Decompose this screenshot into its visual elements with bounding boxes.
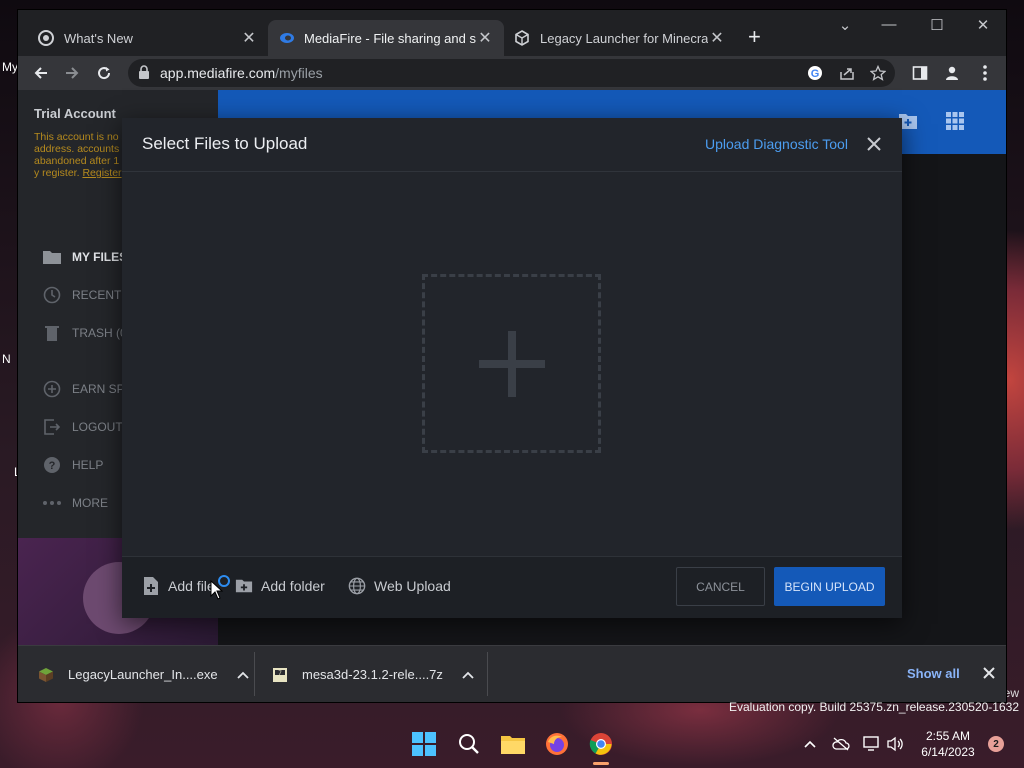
clock-date: 6/14/2023 xyxy=(921,745,975,759)
notification-badge[interactable]: 2 xyxy=(988,736,1004,752)
cancel-button[interactable]: CANCEL xyxy=(676,567,765,606)
help-icon: ? xyxy=(42,455,62,475)
minimize-icon[interactable]: — xyxy=(874,16,904,33)
chevron-up-icon[interactable] xyxy=(236,671,250,679)
globe-icon xyxy=(348,577,366,595)
more-icon xyxy=(42,493,62,513)
register-link[interactable]: Register xyxy=(82,167,121,179)
folder-plus-icon xyxy=(235,577,253,595)
download-item-mesa3d[interactable]: 7 mesa3d-23.1.2-rele....7z xyxy=(272,646,475,703)
close-tab-icon[interactable]: ✕ xyxy=(476,28,494,48)
sidebar-item-more[interactable]: MORE xyxy=(42,492,108,514)
svg-text:G: G xyxy=(811,68,820,80)
plus-circle-icon xyxy=(42,379,62,399)
volume-icon[interactable] xyxy=(885,734,905,754)
clock-time: 2:55 AM xyxy=(925,729,971,743)
side-panel-icon[interactable] xyxy=(909,62,931,84)
add-file-button[interactable]: Add file xyxy=(142,577,215,595)
modal-title: Select Files to Upload xyxy=(142,134,308,153)
tab-legacy-launcher[interactable]: Legacy Launcher for Minecraft (e ✕ xyxy=(504,20,736,56)
download-bar: LegacyLauncher_In....exe 7 mesa3d-23.1.2… xyxy=(18,645,1006,702)
sidebar-item-earn-space[interactable]: EARN SPA xyxy=(42,378,132,400)
network-icon[interactable] xyxy=(862,734,882,754)
google-icon[interactable]: G xyxy=(806,64,824,82)
back-icon[interactable] xyxy=(30,62,52,84)
chevron-up-icon[interactable] xyxy=(461,671,475,679)
desktop-icon-label[interactable]: N xyxy=(2,352,11,366)
tab-title: What's New xyxy=(64,30,133,46)
download-divider xyxy=(254,652,255,696)
address-bar[interactable]: app.mediafire.com/myfiles G xyxy=(128,59,895,87)
trash-icon xyxy=(42,323,62,343)
upload-modal: Select Files to Upload Upload Diagnostic… xyxy=(122,118,902,618)
tab-title: MediaFire - File sharing and stor xyxy=(304,30,476,46)
forward-icon[interactable] xyxy=(61,62,83,84)
show-hidden-icons-icon[interactable] xyxy=(800,734,820,754)
taskbar: 2:55 AM 6/14/2023 2 xyxy=(0,720,1024,768)
close-download-bar-icon[interactable] xyxy=(981,665,997,681)
lock-icon[interactable] xyxy=(138,65,150,84)
sidebar-item-help[interactable]: ? HELP xyxy=(42,454,103,476)
plus-icon xyxy=(478,330,545,397)
sidebar-item-recent[interactable]: RECENT F xyxy=(42,284,132,306)
grid-view-icon[interactable] xyxy=(946,112,964,135)
menu-kebab-icon[interactable] xyxy=(974,62,996,84)
svg-text:?: ? xyxy=(49,460,56,472)
modal-close-icon[interactable] xyxy=(864,134,884,154)
active-app-indicator xyxy=(593,762,609,765)
show-all-downloads-link[interactable]: Show all xyxy=(907,666,960,681)
taskbar-clock[interactable]: 2:55 AM 6/14/2023 xyxy=(912,728,984,760)
mediafire-icon xyxy=(278,30,294,46)
modal-footer: Add file Add folder Web Upload CANCEL BE… xyxy=(122,556,902,618)
trial-account-title: Trial Account xyxy=(34,106,116,121)
share-icon[interactable] xyxy=(838,64,856,82)
modal-divider xyxy=(122,171,902,172)
onedrive-offline-icon[interactable] xyxy=(831,734,851,754)
bookmark-star-icon[interactable] xyxy=(869,64,887,82)
file-drop-zone[interactable] xyxy=(422,274,601,453)
download-filename: LegacyLauncher_In....exe xyxy=(68,667,218,682)
clock-icon xyxy=(42,285,62,305)
desktop-icon-label[interactable]: My xyxy=(2,60,18,74)
firefox-icon[interactable] xyxy=(543,730,571,758)
new-tab-icon[interactable]: + xyxy=(748,24,761,50)
add-folder-button[interactable]: Add folder xyxy=(235,577,325,595)
windows-start-icon[interactable] xyxy=(410,730,438,758)
chrome-taskbar-icon[interactable] xyxy=(587,730,615,758)
tab-title: Legacy Launcher for Minecraft (e xyxy=(540,30,708,46)
archive-icon: 7 xyxy=(272,667,288,683)
close-tab-icon[interactable]: ✕ xyxy=(708,28,726,48)
file-explorer-icon[interactable] xyxy=(499,730,527,758)
upload-diagnostic-link[interactable]: Upload Diagnostic Tool xyxy=(705,136,848,152)
close-tab-icon[interactable]: ✕ xyxy=(240,28,258,48)
sidebar-item-my-files[interactable]: MY FILES xyxy=(42,246,127,268)
tab-mediafire[interactable]: MediaFire - File sharing and stor ✕ xyxy=(268,20,504,56)
reload-icon[interactable] xyxy=(93,62,115,84)
url-text: app.mediafire.com/myfiles xyxy=(160,65,323,81)
download-divider xyxy=(487,652,488,696)
web-upload-button[interactable]: Web Upload xyxy=(348,577,451,595)
download-filename: mesa3d-23.1.2-rele....7z xyxy=(302,667,443,682)
cube-icon xyxy=(514,30,530,46)
browser-toolbar: app.mediafire.com/myfiles G xyxy=(18,56,1006,90)
window-close-icon[interactable]: ✕ xyxy=(968,16,998,34)
sidebar-item-trash[interactable]: TRASH (0 xyxy=(42,322,127,344)
chrome-icon xyxy=(38,30,54,46)
minecraft-block-icon xyxy=(38,667,54,683)
folder-icon xyxy=(42,247,62,267)
mouse-cursor-icon xyxy=(210,579,224,600)
sidebar-item-logout[interactable]: LOGOUT xyxy=(42,416,123,438)
logout-icon xyxy=(42,417,62,437)
profile-icon[interactable] xyxy=(941,62,963,84)
tab-strip: What's New ✕ MediaFire - File sharing an… xyxy=(18,10,1006,56)
evaluation-watermark: Evaluation copy. Build 25375.zn_release.… xyxy=(729,700,1019,714)
tab-whats-new[interactable]: What's New ✕ xyxy=(28,20,268,56)
file-plus-icon xyxy=(142,577,160,595)
maximize-icon[interactable]: ☐ xyxy=(922,16,952,34)
search-icon[interactable] xyxy=(455,730,483,758)
download-item-legacy-launcher[interactable]: LegacyLauncher_In....exe xyxy=(38,646,250,703)
begin-upload-button[interactable]: BEGIN UPLOAD xyxy=(774,567,885,606)
tab-search-icon[interactable]: ⌄ xyxy=(830,16,860,34)
